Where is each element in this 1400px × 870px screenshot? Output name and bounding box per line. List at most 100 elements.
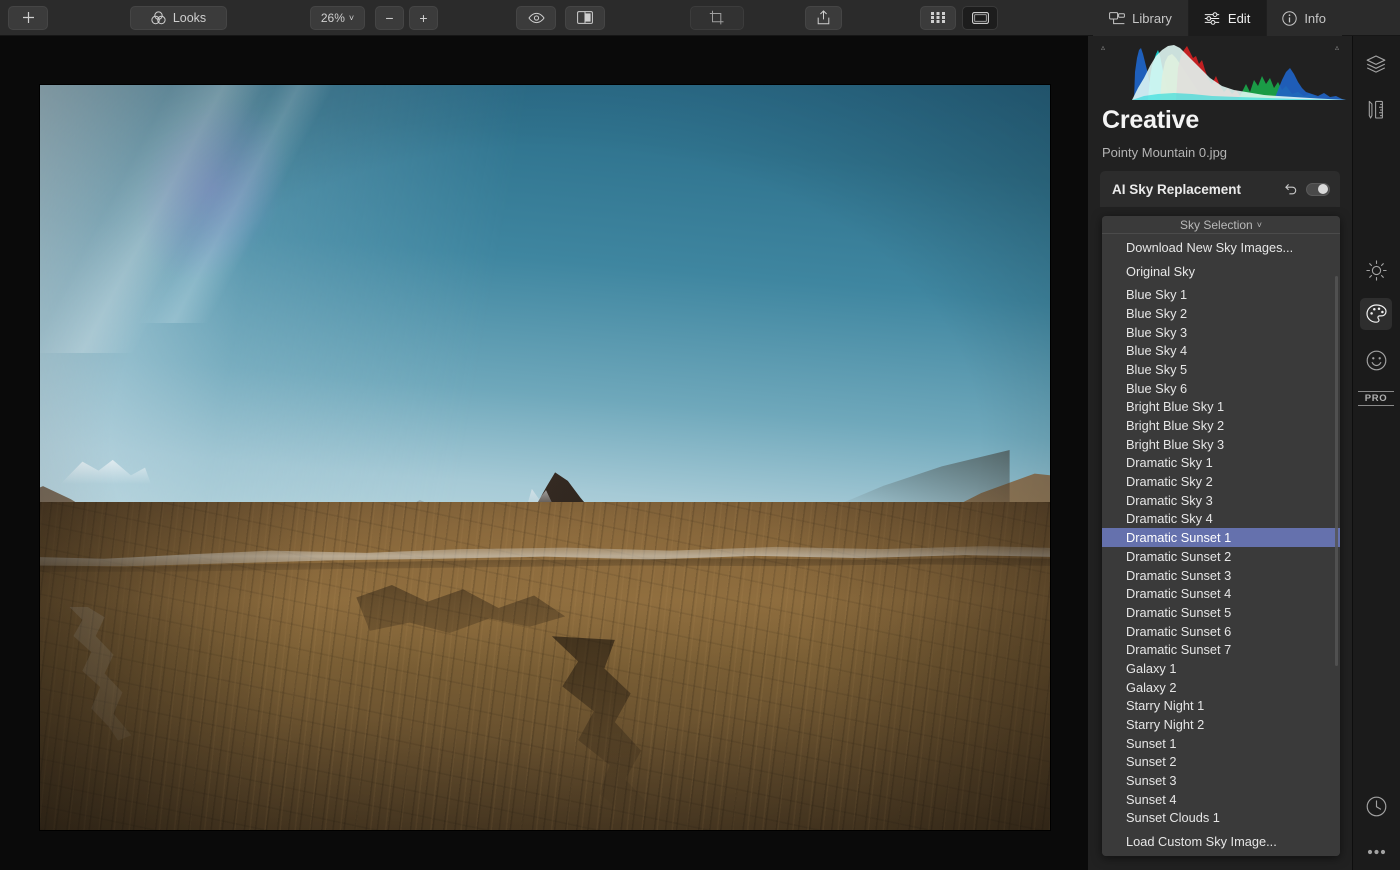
sky-preset-item[interactable]: Sunset Clouds 1 <box>1102 809 1340 828</box>
sky-preset-item[interactable]: Galaxy 2 <box>1102 678 1340 697</box>
tab-info-label: Info <box>1304 10 1326 26</box>
sky-preset-item[interactable]: Dramatic Sky 1 <box>1102 454 1340 473</box>
tools-pencil-ruler-icon <box>1368 100 1383 119</box>
tab-library[interactable]: Library <box>1093 0 1188 36</box>
chevron-down-icon: ˅ <box>1256 219 1262 230</box>
zoom-level-value: 26% <box>320 10 345 25</box>
undo-arrow-icon[interactable] <box>1284 183 1297 195</box>
dropdown-header[interactable]: Sky Selection ˅ <box>1102 216 1340 234</box>
sky-preset-item[interactable]: Sunset 3 <box>1102 771 1340 790</box>
single-view-icon <box>971 11 989 24</box>
menu-item-download-skies[interactable]: Download New Sky Images... <box>1102 238 1340 257</box>
sky-preset-item[interactable]: Blue Sky 4 <box>1102 341 1340 360</box>
ai-sky-replacement-header[interactable]: AI Sky Replacement <box>1100 171 1340 207</box>
dropdown-header-label: Sky Selection <box>1180 217 1253 232</box>
sky-preset-item[interactable]: Dramatic Sunset 4 <box>1102 584 1340 603</box>
compare-split-button[interactable] <box>565 5 605 30</box>
moorland-shadow-left <box>40 502 384 830</box>
zoom-level-dropdown[interactable]: 26% ˅ <box>310 5 365 30</box>
chevron-down-icon: ˅ <box>348 12 355 23</box>
sky-preset-item[interactable]: Dramatic Sunset 1 <box>1102 528 1340 547</box>
tool-actions <box>1284 182 1330 196</box>
preview-toggle-button[interactable] <box>516 5 556 30</box>
tool-enable-toggle[interactable] <box>1306 182 1330 196</box>
sky-preset-item[interactable]: Blue Sky 3 <box>1102 323 1340 342</box>
luminar-app-window: Looks 26% ˅ − + Library Edit Info ▵ ▵ Cr… <box>0 0 1400 870</box>
menu-item-original-sky[interactable]: Original Sky <box>1102 262 1340 281</box>
shadow-clipping-indicator[interactable]: ▵ <box>1101 43 1105 52</box>
sky-selection-dropdown[interactable]: Sky Selection ˅ Download New Sky Images.… <box>1102 216 1340 856</box>
sky-preset-item[interactable]: Blue Sky 5 <box>1102 360 1340 379</box>
crop-tool-button[interactable] <box>690 5 744 30</box>
sky-preset-item[interactable]: Dramatic Sunset 2 <box>1102 547 1340 566</box>
histogram[interactable]: ▵ ▵ <box>1088 36 1352 108</box>
single-image-view-button[interactable] <box>962 5 998 30</box>
sky-preset-item[interactable]: Starry Night 2 <box>1102 715 1340 734</box>
sky-preset-item[interactable]: Dramatic Sky 2 <box>1102 472 1340 491</box>
gallery-view-button[interactable] <box>920 5 956 30</box>
sky-preset-item[interactable]: Dramatic Sky 3 <box>1102 491 1340 510</box>
split-view-icon <box>577 11 593 24</box>
tab-edit[interactable]: Edit <box>1187 0 1267 36</box>
sky-preset-item[interactable]: Blue Sky 1 <box>1102 285 1340 304</box>
add-image-button[interactable] <box>8 5 48 30</box>
plus-icon <box>22 12 34 23</box>
current-filename: Pointy Mountain 0.jpg <box>1102 145 1228 160</box>
view-mode-group <box>920 5 998 30</box>
rail-item-history[interactable] <box>1360 790 1392 822</box>
sky-preset-item[interactable]: Bright Blue Sky 2 <box>1102 416 1340 435</box>
sky-preset-item[interactable]: Sunset 2 <box>1102 753 1340 772</box>
menu-item-load-custom-sky[interactable]: Load Custom Sky Image... <box>1102 832 1340 851</box>
library-icon <box>1109 11 1126 24</box>
histogram-graph <box>1132 45 1348 100</box>
highlight-clipping-indicator[interactable]: ▵ <box>1335 43 1339 52</box>
venn-circles-icon <box>151 10 166 24</box>
minus-icon: − <box>385 9 394 26</box>
portrait-smiley-icon <box>1366 350 1386 370</box>
workspace-mode-tabs: Library Edit Info <box>1093 0 1342 36</box>
info-circle-icon <box>1282 10 1298 26</box>
tab-info[interactable]: Info <box>1266 0 1342 36</box>
sky-preset-item[interactable]: Dramatic Sunset 7 <box>1102 640 1340 659</box>
right-side-panel: ▵ ▵ Creative Pointy Mountain 0.jpg AI Sk… <box>1088 36 1352 870</box>
rail-item-tools[interactable] <box>1360 94 1392 126</box>
tool-title: AI Sky Replacement <box>1112 181 1242 197</box>
looks-button[interactable]: Looks <box>130 5 227 30</box>
sky-preset-item[interactable]: Dramatic Sunset 3 <box>1102 566 1340 585</box>
toggle-knob <box>1318 184 1328 194</box>
tab-library-label: Library <box>1132 10 1172 26</box>
menu-spacer <box>1102 851 1340 856</box>
tab-edit-label: Edit <box>1227 10 1251 26</box>
rail-item-essentials[interactable] <box>1360 254 1392 286</box>
rail-item-creative[interactable] <box>1360 298 1392 330</box>
plus-icon: + <box>419 9 428 26</box>
zoom-in-button[interactable]: + <box>409 5 438 30</box>
rail-item-portrait[interactable] <box>1360 344 1392 376</box>
image-canvas[interactable] <box>0 36 1088 870</box>
dropdown-list: Download New Sky Images... Original Sky … <box>1102 234 1340 856</box>
rail-item-more[interactable] <box>1360 836 1392 868</box>
photo-preview[interactable] <box>40 85 1050 830</box>
dropdown-scrollbar[interactable] <box>1335 276 1338 666</box>
sun-essentials-icon <box>1365 259 1387 281</box>
sky-preset-item[interactable]: Sunset 4 <box>1102 790 1340 809</box>
sky-preset-item[interactable]: Blue Sky 2 <box>1102 304 1340 323</box>
sky-preset-item[interactable]: Blue Sky 6 <box>1102 379 1340 398</box>
export-button[interactable] <box>805 5 842 30</box>
export-share-icon <box>817 10 830 25</box>
crop-icon <box>709 10 723 25</box>
sky-preset-item[interactable]: Dramatic Sunset 6 <box>1102 622 1340 641</box>
sky-preset-item[interactable]: Bright Blue Sky 3 <box>1102 435 1340 454</box>
rail-item-layers[interactable] <box>1360 48 1392 80</box>
grid-view-icon <box>931 12 945 23</box>
zoom-out-button[interactable]: − <box>375 5 404 30</box>
rail-pro-label[interactable]: PRO <box>1358 391 1394 406</box>
sky-preset-item[interactable]: Galaxy 1 <box>1102 659 1340 678</box>
sky-preset-item[interactable]: Sunset 1 <box>1102 734 1340 753</box>
page-title: Creative <box>1102 106 1200 134</box>
sky-preset-item[interactable]: Dramatic Sky 4 <box>1102 510 1340 529</box>
sky-preset-item[interactable]: Dramatic Sunset 5 <box>1102 603 1340 622</box>
top-toolbar: Looks 26% ˅ − + Library Edit Info <box>0 0 1400 36</box>
sky-preset-item[interactable]: Bright Blue Sky 1 <box>1102 398 1340 417</box>
sky-preset-item[interactable]: Starry Night 1 <box>1102 697 1340 716</box>
